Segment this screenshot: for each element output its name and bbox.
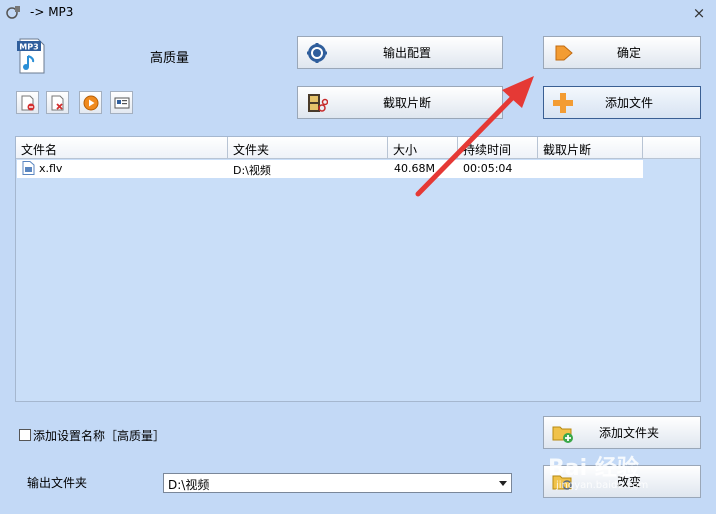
add-setting-name-checkbox[interactable] [19, 429, 31, 441]
delete-icon [51, 95, 64, 111]
profile-label: 高质量 [150, 51, 190, 66]
film-scissors-icon [306, 92, 329, 114]
delete-button[interactable] [46, 91, 69, 114]
title-bar [0, 0, 716, 26]
arrow-right-icon [552, 42, 574, 64]
output-folder-value: D:\视频 [168, 478, 210, 492]
file-list[interactable]: 文件名 文件夹 大小 持续时间 截取片断 x.flv D:\视频 40.68M … [15, 136, 701, 402]
chevron-down-icon[interactable] [499, 481, 507, 486]
play-icon [83, 95, 99, 111]
cell-filename: x.flv [39, 162, 63, 175]
app-icon [6, 4, 22, 20]
remove-button[interactable] [16, 91, 39, 114]
watermark-sub: jingyan.baidu.com [556, 480, 649, 491]
annotation-arrow [415, 76, 534, 197]
column-header-empty [643, 137, 700, 159]
ok-button[interactable]: 确定 [543, 36, 701, 69]
folder-add-icon [552, 422, 574, 444]
window-title: -> MP3 [30, 5, 74, 19]
remove-icon [21, 95, 35, 111]
add-folder-button[interactable]: 添加文件夹 [543, 416, 701, 449]
output-folder-label: 输出文件夹 [27, 476, 88, 490]
watermark-text: Bai 经验 [548, 456, 639, 481]
add-file-button[interactable]: 添加文件 [543, 86, 701, 119]
info-button[interactable] [110, 91, 133, 114]
close-icon[interactable]: × [688, 3, 710, 23]
plus-icon [552, 92, 574, 114]
gear-icon [306, 42, 328, 64]
column-header-filename[interactable]: 文件名 [16, 137, 228, 159]
cell-folder: D:\视频 [233, 164, 271, 177]
file-type-icon [22, 161, 35, 178]
mp3-file-icon: MP3 [16, 38, 48, 74]
add-setting-name-label: 添加设置名称［高质量］ [33, 429, 166, 443]
column-header-folder[interactable]: 文件夹 [228, 137, 388, 159]
output-config-label: 输出配置 [382, 46, 431, 60]
output-config-button[interactable]: 输出配置 [297, 36, 503, 69]
mp3-icon-text: MP3 [19, 43, 38, 52]
output-folder-select[interactable]: D:\视频 [163, 473, 512, 493]
info-icon [114, 97, 130, 109]
play-button[interactable] [79, 91, 102, 114]
column-header-clip[interactable]: 截取片断 [538, 137, 643, 159]
